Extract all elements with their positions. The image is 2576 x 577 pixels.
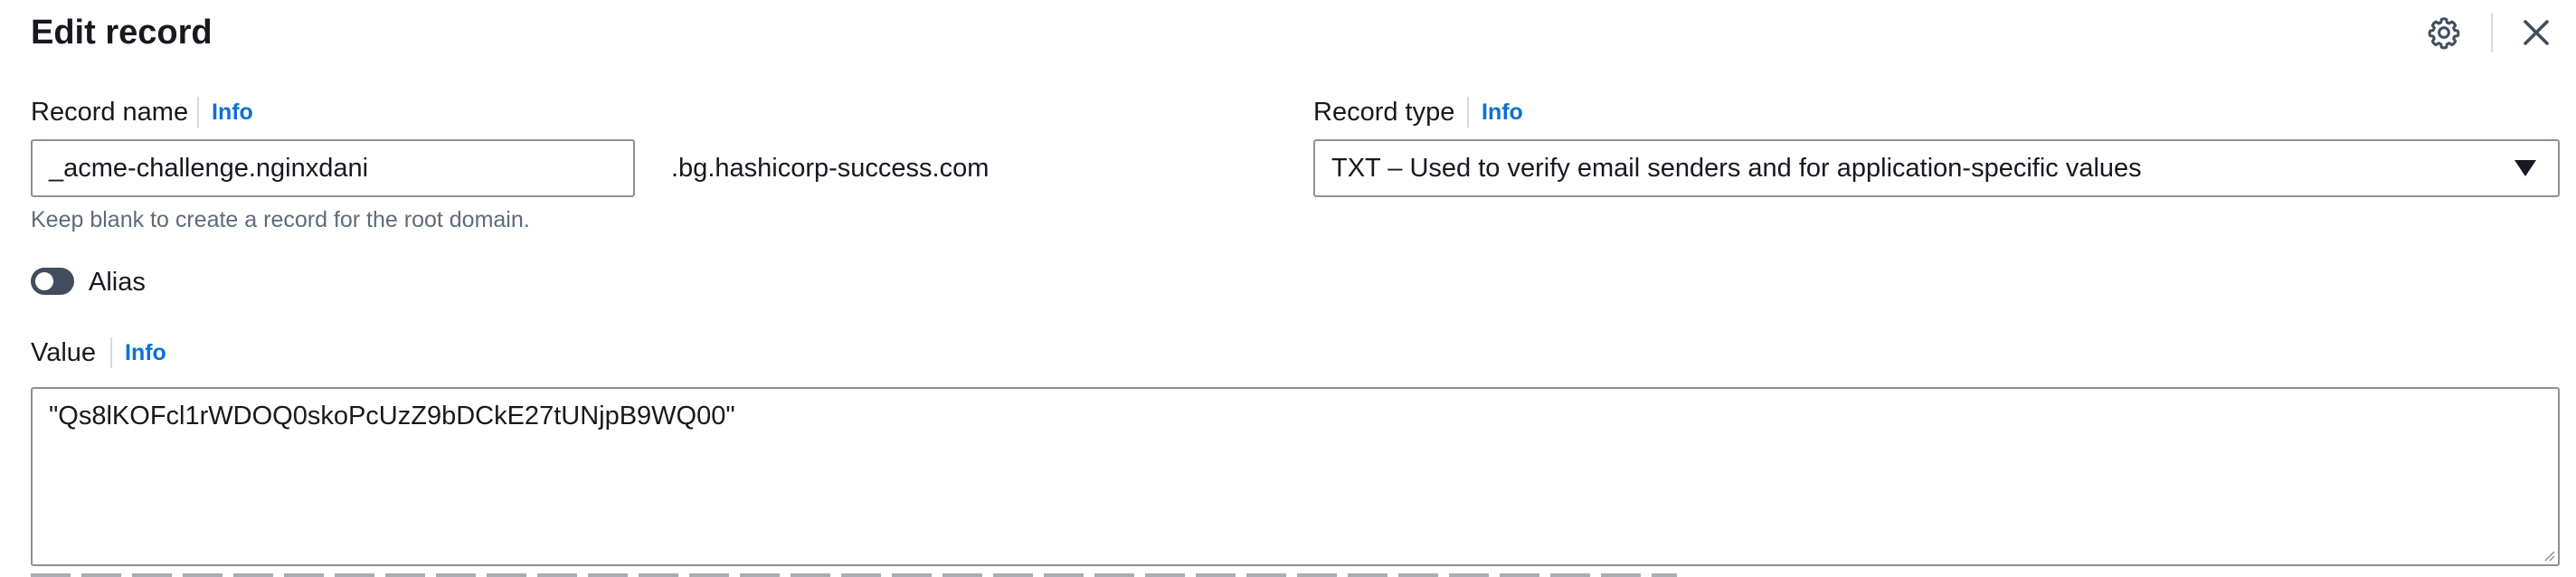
- record-name-label: Record name: [31, 98, 189, 127]
- record-name-hint: Keep blank to create a record for the ro…: [31, 207, 530, 232]
- gear-icon[interactable]: [2426, 14, 2462, 51]
- resize-grip-icon[interactable]: [2542, 548, 2556, 563]
- record-type-info-link[interactable]: Info: [1482, 94, 1523, 130]
- page-title: Edit record: [31, 14, 213, 52]
- value-helper-text-cut-off: [31, 570, 1677, 577]
- alias-toggle[interactable]: [31, 268, 74, 295]
- edit-record-panel: Edit record Record name Info _acme-chall…: [0, 0, 2576, 577]
- value-text: "Qs8lKOFcl1rWDOQ0skoPcUzZ9bDCkE27tUNjpB9…: [49, 402, 735, 430]
- value-info-link[interactable]: Info: [125, 335, 166, 371]
- domain-suffix: .bg.hashicorp-success.com: [671, 154, 990, 183]
- header-divider: [2491, 13, 2493, 52]
- record-type-selected: TXT – Used to verify email senders and f…: [1331, 153, 2142, 183]
- record-name-value: _acme-challenge.nginxdani: [49, 153, 369, 183]
- record-name-info-link[interactable]: Info: [212, 94, 253, 130]
- alias-label: Alias: [89, 268, 146, 297]
- value-textarea[interactable]: "Qs8lKOFcl1rWDOQ0skoPcUzZ9bDCkE27tUNjpB9…: [31, 387, 2560, 566]
- close-icon[interactable]: [2520, 16, 2552, 49]
- label-divider: [1467, 97, 1469, 128]
- record-name-input[interactable]: _acme-challenge.nginxdani: [31, 139, 635, 197]
- record-type-label: Record type: [1313, 98, 1455, 127]
- toggle-knob: [35, 272, 53, 290]
- value-label: Value: [31, 338, 97, 367]
- label-divider: [110, 337, 112, 368]
- label-divider: [197, 97, 199, 128]
- caret-down-icon: [2514, 160, 2536, 176]
- record-type-select[interactable]: TXT – Used to verify email senders and f…: [1313, 139, 2560, 197]
